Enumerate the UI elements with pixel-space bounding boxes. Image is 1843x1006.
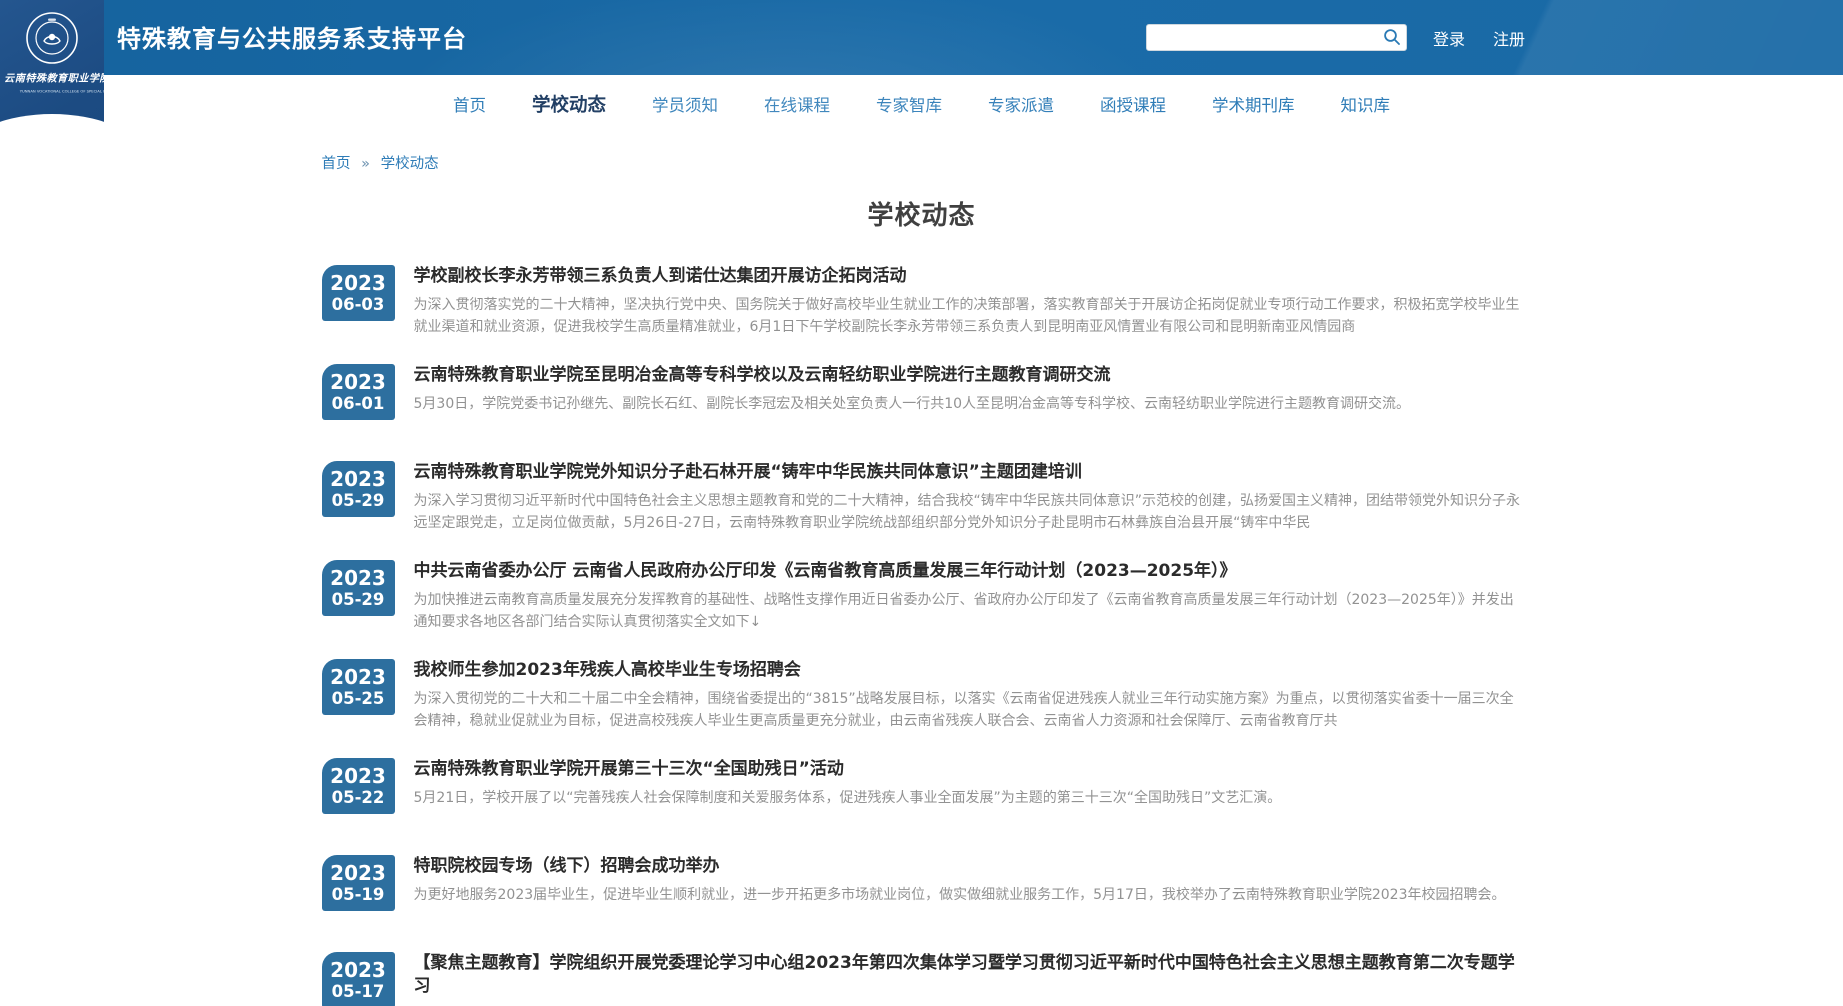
- college-name-en: YUNNAN VOCATIONAL COLLEGE OF SPECIAL EDU…: [20, 89, 84, 93]
- register-link[interactable]: 注册: [1493, 26, 1525, 50]
- main-content: 首页 » 学校动态 学校动态 2023 06-03 学校副校长李永芳带领三系负责…: [322, 152, 1522, 1006]
- main-nav: 首页 学校动态 学员须知 在线课程 专家智库 专家派遣 函授课程 学术期刊库 知…: [0, 75, 1843, 132]
- news-year: 2023: [330, 467, 386, 491]
- nav-item-3[interactable]: 在线课程: [764, 92, 830, 116]
- news-year: 2023: [330, 370, 386, 394]
- nav-item-7[interactable]: 学术期刊库: [1212, 92, 1295, 116]
- nav-item-1[interactable]: 学校动态: [532, 91, 606, 117]
- news-summary: 为更好地服务2023届毕业生，促进毕业生顺利就业，进一步开拓更多市场就业岗位，做…: [414, 884, 1522, 906]
- news-year: 2023: [330, 665, 386, 689]
- news-title-link[interactable]: 中共云南省委办公厅 云南省人民政府办公厅印发《云南省教育高质量发展三年行动计划（…: [414, 560, 1522, 583]
- news-list: 2023 06-03 学校副校长李永芳带领三系负责人到诺仕达集团开展访企拓岗活动…: [322, 265, 1522, 1006]
- breadcrumb-separator: »: [361, 156, 370, 172]
- news-date: 05-29: [332, 590, 385, 610]
- college-name-cn: 云南特殊教育职业学院: [4, 71, 100, 86]
- news-body: 云南特殊教育职业学院至昆明冶金高等专科学校以及云南轻纺职业学院进行主题教育调研交…: [414, 364, 1522, 415]
- news-date: 05-22: [332, 788, 385, 808]
- news-item: 2023 05-17 【聚焦主题教育】学院组织开展党委理论学习中心组2023年第…: [322, 952, 1522, 1006]
- news-body: 中共云南省委办公厅 云南省人民政府办公厅印发《云南省教育高质量发展三年行动计划（…: [414, 560, 1522, 633]
- news-title-link[interactable]: 云南特殊教育职业学院党外知识分子赴石林开展“铸牢中华民族共同体意识”主题团建培训: [414, 461, 1522, 484]
- news-summary: 为加快推进云南教育高质量发展充分发挥教育的基础性、战略性支撑作用近日省委办公厅、…: [414, 589, 1522, 633]
- news-item: 2023 05-29 云南特殊教育职业学院党外知识分子赴石林开展“铸牢中华民族共…: [322, 461, 1522, 534]
- news-year: 2023: [330, 861, 386, 885]
- header-actions: 登录 注册: [1146, 0, 1525, 75]
- college-seal-icon: [24, 10, 80, 66]
- news-date-badge: 2023 06-01: [322, 364, 395, 420]
- page: 特殊教育与公共服务系支持平台 登录 注册: [0, 0, 1843, 1006]
- college-logo-panel[interactable]: 云南特殊教育职业学院 YUNNAN VOCATIONAL COLLEGE OF …: [0, 0, 104, 150]
- breadcrumb-current: 学校动态: [381, 156, 439, 172]
- news-body: 【聚焦主题教育】学院组织开展党委理论学习中心组2023年第四次集体学习暨学习贯彻…: [414, 952, 1522, 1006]
- news-date: 05-29: [332, 491, 385, 511]
- news-year: 2023: [330, 271, 386, 295]
- nav-item-0[interactable]: 首页: [453, 92, 486, 116]
- nav-item-2[interactable]: 学员须知: [652, 92, 718, 116]
- breadcrumb: 首页 » 学校动态: [322, 152, 1522, 173]
- news-summary: 为深入学习贯彻习近平新时代中国特色社会主义思想主题教育和党的二十大精神，结合我校…: [414, 490, 1522, 534]
- news-date-badge: 2023 05-22: [322, 758, 395, 814]
- news-date-badge: 2023 05-19: [322, 855, 395, 911]
- search-box: [1146, 24, 1407, 51]
- news-date-badge: 2023 05-29: [322, 560, 395, 616]
- news-title-link[interactable]: 学校副校长李永芳带领三系负责人到诺仕达集团开展访企拓岗活动: [414, 265, 1522, 288]
- news-body: 云南特殊教育职业学院党外知识分子赴石林开展“铸牢中华民族共同体意识”主题团建培训…: [414, 461, 1522, 534]
- login-link[interactable]: 登录: [1433, 26, 1465, 50]
- news-title-link[interactable]: 特职院校园专场（线下）招聘会成功举办: [414, 855, 1522, 878]
- news-date: 06-03: [332, 295, 385, 315]
- news-title-link[interactable]: 我校师生参加2023年残疾人高校毕业生专场招聘会: [414, 659, 1522, 682]
- search-icon: [1383, 28, 1401, 49]
- news-body: 特职院校园专场（线下）招聘会成功举办 为更好地服务2023届毕业生，促进毕业生顺…: [414, 855, 1522, 906]
- logo-panel-curve: [0, 114, 104, 150]
- news-summary: 为深入贯彻党的二十大和二十届二中全会精神，围绕省委提出的“3815”战略发展目标…: [414, 688, 1522, 732]
- news-year: 2023: [330, 764, 386, 788]
- news-summary: 5月21日，学校开展了以“完善残疾人社会保障制度和关爱服务体系，促进残疾人事业全…: [414, 787, 1522, 809]
- news-item: 2023 06-01 云南特殊教育职业学院至昆明冶金高等专科学校以及云南轻纺职业…: [322, 364, 1522, 435]
- nav-item-6[interactable]: 函授课程: [1100, 92, 1166, 116]
- news-title-link[interactable]: 【聚焦主题教育】学院组织开展党委理论学习中心组2023年第四次集体学习暨学习贯彻…: [414, 952, 1522, 998]
- news-summary: 为深入贯彻落实党的二十大精神，坚决执行党中央、国务院关于做好高校毕业生就业工作的…: [414, 294, 1522, 338]
- breadcrumb-home-link[interactable]: 首页: [322, 156, 351, 172]
- news-item: 2023 05-29 中共云南省委办公厅 云南省人民政府办公厅印发《云南省教育高…: [322, 560, 1522, 633]
- news-date: 05-19: [332, 885, 385, 905]
- platform-title: 特殊教育与公共服务系支持平台: [117, 19, 467, 54]
- news-year: 2023: [330, 566, 386, 590]
- news-year: 2023: [330, 958, 386, 982]
- news-summary: 5月30日，学院党委书记孙继先、副院长石红、副院长李冠宏及相关处室负责人一行共1…: [414, 393, 1522, 415]
- news-date-badge: 2023 05-25: [322, 659, 395, 715]
- nav-item-5[interactable]: 专家派遣: [988, 92, 1054, 116]
- news-body: 学校副校长李永芳带领三系负责人到诺仕达集团开展访企拓岗活动 为深入贯彻落实党的二…: [414, 265, 1522, 338]
- nav-item-8[interactable]: 知识库: [1341, 92, 1391, 116]
- auth-links: 登录 注册: [1433, 26, 1525, 50]
- news-item: 2023 05-19 特职院校园专场（线下）招聘会成功举办 为更好地服务2023…: [322, 855, 1522, 926]
- news-date: 05-17: [332, 982, 385, 1002]
- search-input[interactable]: [1146, 24, 1407, 51]
- news-item: 2023 05-22 云南特殊教育职业学院开展第三十三次“全国助残日”活动 5月…: [322, 758, 1522, 829]
- news-title-link[interactable]: 云南特殊教育职业学院至昆明冶金高等专科学校以及云南轻纺职业学院进行主题教育调研交…: [414, 364, 1522, 387]
- news-date: 06-01: [332, 394, 385, 414]
- news-date-badge: 2023 06-03: [322, 265, 395, 321]
- top-header: 特殊教育与公共服务系支持平台 登录 注册: [0, 0, 1843, 75]
- news-body: 云南特殊教育职业学院开展第三十三次“全国助残日”活动 5月21日，学校开展了以“…: [414, 758, 1522, 809]
- news-item: 2023 05-25 我校师生参加2023年残疾人高校毕业生专场招聘会 为深入贯…: [322, 659, 1522, 732]
- news-title-link[interactable]: 云南特殊教育职业学院开展第三十三次“全国助残日”活动: [414, 758, 1522, 781]
- news-body: 我校师生参加2023年残疾人高校毕业生专场招聘会 为深入贯彻党的二十大和二十届二…: [414, 659, 1522, 732]
- news-date: 05-25: [332, 689, 385, 709]
- news-date-badge: 2023 05-17: [322, 952, 395, 1006]
- search-button[interactable]: [1381, 27, 1403, 49]
- news-item: 2023 06-03 学校副校长李永芳带领三系负责人到诺仕达集团开展访企拓岗活动…: [322, 265, 1522, 338]
- news-date-badge: 2023 05-29: [322, 461, 395, 517]
- nav-item-4[interactable]: 专家智库: [876, 92, 942, 116]
- page-title: 学校动态: [322, 195, 1522, 232]
